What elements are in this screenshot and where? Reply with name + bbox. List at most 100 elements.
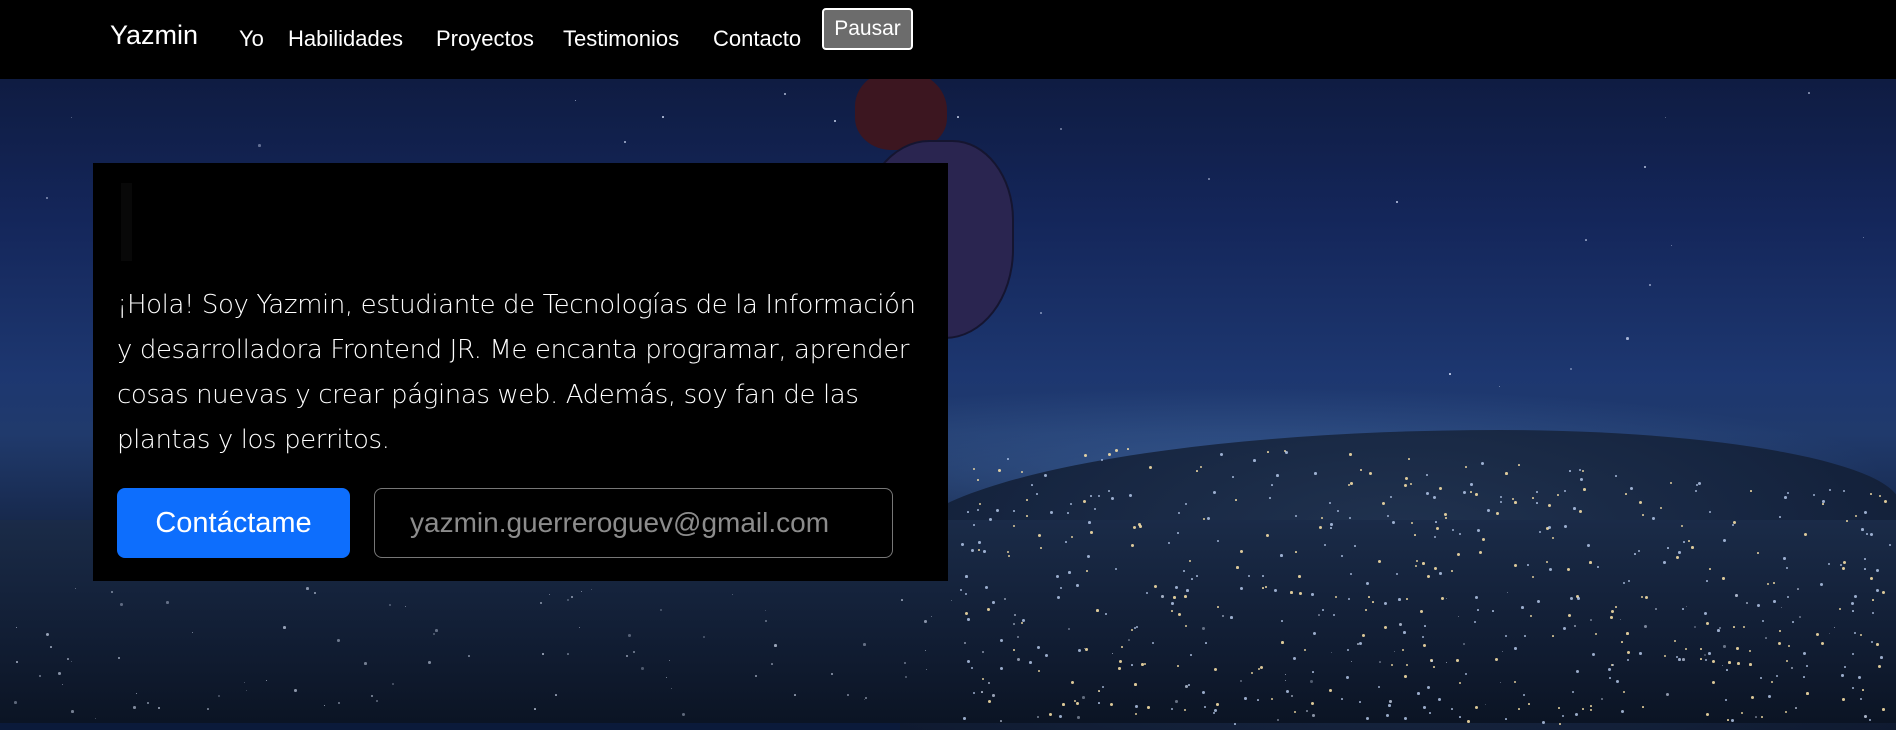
city-light [1183,570,1185,572]
nav-link-contacto[interactable]: Contacto [713,26,801,52]
city-light [1217,606,1219,608]
city-light [1864,715,1867,718]
city-light [1435,521,1437,523]
city-light [1248,575,1250,577]
nav-link-testimonios[interactable]: Testimonios [563,26,679,52]
city-light [1641,596,1643,598]
city-light [1190,654,1192,656]
city-light [1876,643,1879,646]
city-light [1214,709,1217,712]
city-light [1479,551,1482,554]
city-light [1459,716,1461,718]
city-light [207,708,209,710]
city-light [120,603,123,606]
city-light [1583,488,1586,491]
city-light [1322,609,1324,611]
city-light [1779,630,1781,632]
city-light [1872,599,1874,601]
city-light [965,575,968,578]
city-light [1422,636,1425,639]
city-light [1615,606,1617,608]
city-light [1424,625,1426,627]
city-light [1269,497,1271,499]
city-light [1615,475,1617,477]
city-light [1552,635,1554,637]
city-light [1406,598,1408,600]
city-light [1067,512,1069,514]
city-light [1569,470,1571,472]
nav-link-proyectos[interactable]: Proyectos [436,26,534,52]
city-light [1746,602,1748,604]
character-head [855,70,947,150]
city-light [1717,629,1720,632]
city-light [992,601,995,604]
city-light [1765,637,1767,639]
city-light [1118,667,1121,670]
city-light [1663,561,1666,564]
nav-link-yo[interactable]: Yo [239,26,264,52]
city-light [1185,685,1188,688]
city-light [468,655,470,657]
city-light [1090,495,1092,497]
city-light [1062,703,1065,706]
city-light [1470,491,1472,493]
city-light [1000,720,1002,722]
city-light [1389,700,1392,703]
star [1060,128,1062,130]
city-light [1477,609,1479,611]
city-light [1262,587,1264,589]
city-light [1147,706,1150,709]
city-light [1852,610,1854,612]
city-light [1026,515,1028,517]
city-light [1329,689,1332,692]
city-light [1682,608,1684,610]
city-light [847,694,849,696]
city-light [1784,496,1787,499]
city-light [1068,571,1071,574]
city-light [1760,677,1762,679]
nav-link-habilidades[interactable]: Habilidades [288,26,403,52]
star [784,93,786,95]
city-light [1626,632,1629,635]
email-field[interactable] [374,488,893,558]
city-light [1700,648,1702,650]
city-light [1496,512,1499,515]
city-light [1709,568,1711,570]
city-light [1359,701,1361,703]
hero-intro-text: ¡Hola! Soy Yazmin, estudiante de Tecnolo… [117,290,916,455]
city-light [1196,470,1198,472]
city-light [1803,676,1805,678]
city-light [1755,716,1757,718]
city-light [1463,643,1465,645]
city-light [1685,648,1687,650]
city-light [1312,714,1315,717]
city-light [314,592,316,594]
city-light [774,644,777,647]
city-light [1398,598,1401,601]
city-light [1290,591,1293,594]
city-light [1280,554,1283,557]
contact-button[interactable]: Contáctame [117,488,350,558]
city-light [1521,606,1524,609]
city-light [1291,695,1293,697]
city-light [1031,484,1033,486]
city-light [1265,586,1267,588]
city-light [1757,552,1759,554]
city-light [983,550,986,553]
pause-button[interactable]: Pausar [822,8,913,50]
city-light [628,634,631,637]
city-light [1642,706,1644,708]
city-light [283,626,286,629]
city-light [1312,671,1314,673]
city-light [567,653,569,655]
brand-link[interactable]: Yazmin [110,20,198,51]
city-light [1202,627,1205,630]
city-light [1439,572,1442,575]
city-light [294,689,297,692]
city-light [338,702,340,704]
city-light [1341,698,1343,700]
city-light [1726,669,1728,671]
city-light [967,511,969,513]
city-light [1558,707,1560,709]
city-light [1735,594,1738,597]
